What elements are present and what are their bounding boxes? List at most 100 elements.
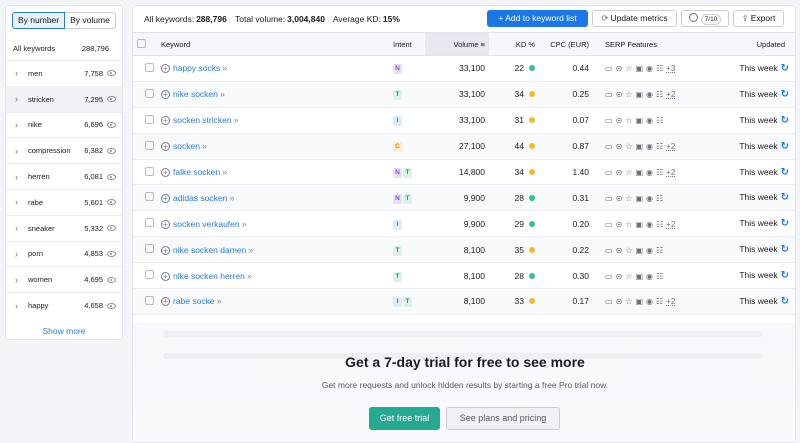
chevron-right-icon[interactable]: ›: [15, 68, 25, 78]
update-metrics-button[interactable]: ⟳ Update metrics: [592, 10, 677, 27]
refresh-icon[interactable]: ↻: [781, 141, 789, 152]
eye-icon[interactable]: [107, 302, 116, 309]
sidebar-group-item[interactable]: › rabe 5,601: [6, 188, 122, 215]
add-to-keyword-list-button[interactable]: + Add to keyword list: [487, 10, 588, 27]
eye-icon[interactable]: [107, 250, 116, 257]
sidebar-group-item[interactable]: › men 7,758: [6, 60, 122, 86]
keyword-link[interactable]: socken: [173, 141, 200, 151]
double-chevron-icon[interactable]: »: [220, 89, 225, 99]
add-keyword-icon[interactable]: +: [161, 245, 170, 255]
row-checkbox[interactable]: [145, 166, 154, 176]
keyword-link[interactable]: nike socken damen: [173, 245, 246, 255]
refresh-icon[interactable]: ↻: [781, 167, 789, 178]
sidebar-group-item[interactable]: › nike 6,696: [6, 111, 122, 138]
row-checkbox[interactable]: [145, 270, 154, 280]
serp-more-link[interactable]: +2: [666, 168, 675, 177]
select-all-checkbox[interactable]: [137, 38, 146, 48]
add-keyword-icon[interactable]: +: [161, 219, 170, 229]
keyword-link[interactable]: socken stricken: [173, 115, 232, 125]
serp-more-link[interactable]: +2: [666, 220, 675, 229]
export-button[interactable]: ⇪ Export: [733, 10, 784, 27]
serp-more-link[interactable]: +2: [666, 142, 675, 151]
add-keyword-icon[interactable]: +: [161, 64, 170, 74]
sidebar-group-item[interactable]: › women 4,695: [6, 266, 122, 292]
cpc-column-header[interactable]: CPC (EUR): [539, 32, 593, 56]
refresh-icon[interactable]: ↻: [781, 296, 789, 307]
eye-icon[interactable]: [107, 173, 116, 180]
keyword-link[interactable]: falke socken: [173, 167, 220, 177]
keyword-column-header[interactable]: Keyword: [157, 32, 393, 56]
intent-column-header[interactable]: Intent: [393, 32, 425, 56]
chevron-right-icon[interactable]: ›: [15, 146, 25, 156]
chevron-right-icon[interactable]: ›: [15, 120, 25, 130]
add-keyword-icon[interactable]: +: [161, 193, 170, 203]
double-chevron-icon[interactable]: »: [217, 296, 222, 306]
serp-features-column-header[interactable]: SERP Features: [593, 32, 697, 56]
chevron-right-icon[interactable]: ›: [15, 94, 25, 104]
double-chevron-icon[interactable]: »: [234, 115, 239, 125]
double-chevron-icon[interactable]: »: [229, 193, 234, 203]
get-free-trial-button[interactable]: Get free trial: [369, 407, 440, 430]
double-chevron-icon[interactable]: »: [202, 141, 207, 151]
keyword-link[interactable]: adidas socken: [173, 193, 227, 203]
by-number-tab[interactable]: By number: [12, 12, 66, 29]
keyword-link[interactable]: rabe socke: [173, 296, 215, 306]
row-checkbox[interactable]: [145, 62, 154, 72]
chevron-right-icon[interactable]: ›: [15, 275, 25, 285]
sidebar-group-item[interactable]: › porn 4,853: [6, 240, 122, 267]
sidebar-group-item[interactable]: › herren 6,081: [6, 163, 122, 189]
add-keyword-icon[interactable]: +: [161, 90, 170, 100]
serp-more-link[interactable]: +2: [666, 90, 675, 99]
double-chevron-icon[interactable]: »: [222, 63, 227, 73]
chevron-right-icon[interactable]: ›: [15, 223, 25, 233]
add-keyword-icon[interactable]: +: [161, 271, 170, 281]
refresh-icon[interactable]: ↻: [781, 192, 789, 203]
keyword-link[interactable]: socken verkaufen: [173, 219, 240, 229]
keyword-link[interactable]: nike socken herren: [173, 271, 245, 281]
eye-icon[interactable]: [107, 121, 116, 128]
chevron-right-icon[interactable]: ›: [15, 249, 25, 259]
by-volume-tab[interactable]: By volume: [65, 12, 116, 29]
row-checkbox[interactable]: [145, 295, 154, 305]
row-checkbox[interactable]: [145, 192, 154, 202]
add-keyword-icon[interactable]: +: [161, 297, 170, 307]
eye-icon[interactable]: [107, 199, 116, 206]
keyword-link[interactable]: nike socken: [173, 89, 218, 99]
eye-icon[interactable]: [107, 147, 116, 154]
settings-button[interactable]: 7/10: [681, 10, 729, 27]
row-checkbox[interactable]: [145, 218, 154, 228]
row-checkbox[interactable]: [145, 244, 154, 254]
double-chevron-icon[interactable]: »: [242, 219, 247, 229]
see-plans-button[interactable]: See plans and pricing: [446, 407, 560, 430]
double-chevron-icon[interactable]: »: [248, 245, 253, 255]
double-chevron-icon[interactable]: »: [222, 167, 227, 177]
double-chevron-icon[interactable]: »: [247, 271, 252, 281]
chevron-right-icon[interactable]: ›: [15, 301, 25, 311]
row-checkbox[interactable]: [145, 88, 154, 98]
chevron-right-icon[interactable]: ›: [15, 172, 25, 182]
show-more-link[interactable]: Show more: [6, 326, 122, 336]
chevron-right-icon[interactable]: ›: [15, 197, 25, 207]
refresh-icon[interactable]: ↻: [781, 244, 789, 255]
row-checkbox[interactable]: [145, 114, 154, 124]
updated-column-header[interactable]: Updated: [697, 32, 795, 56]
eye-icon[interactable]: [107, 70, 116, 77]
sidebar-group-item[interactable]: › sneaker 5,332: [6, 214, 122, 241]
sidebar-group-item[interactable]: › happy 4,658: [6, 292, 122, 318]
volume-column-header[interactable]: Volume ≡: [425, 32, 489, 56]
keyword-link[interactable]: happy socks: [173, 63, 220, 73]
kd-column-header[interactable]: KD %: [489, 32, 539, 56]
add-keyword-icon[interactable]: +: [161, 142, 170, 152]
serp-more-link[interactable]: +2: [666, 297, 675, 306]
all-keywords-group[interactable]: All keywords 288,796: [13, 44, 109, 53]
eye-icon[interactable]: [107, 96, 116, 103]
sidebar-group-item[interactable]: › stricken 7,295: [6, 85, 122, 112]
refresh-icon[interactable]: ↻: [781, 63, 789, 74]
refresh-icon[interactable]: ↻: [781, 89, 789, 100]
refresh-icon[interactable]: ↻: [781, 115, 789, 126]
serp-more-link[interactable]: +3: [666, 64, 675, 73]
row-checkbox[interactable]: [145, 140, 154, 150]
eye-icon[interactable]: [107, 225, 116, 232]
eye-icon[interactable]: [107, 276, 116, 283]
refresh-icon[interactable]: ↻: [781, 270, 789, 281]
